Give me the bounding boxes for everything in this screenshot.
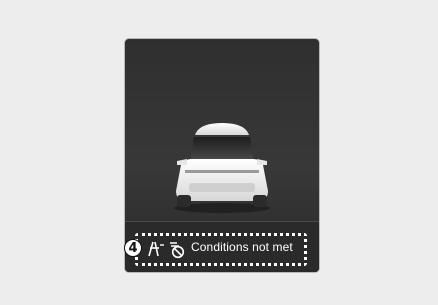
vehicle-rear-graphic [169, 117, 275, 213]
status-message: Conditions not met [191, 240, 293, 254]
highway-driving-disabled-icon [170, 242, 185, 259]
status-icons [146, 239, 188, 259]
lane-assist-icon [148, 241, 164, 257]
callout-number: 4 [124, 239, 142, 257]
